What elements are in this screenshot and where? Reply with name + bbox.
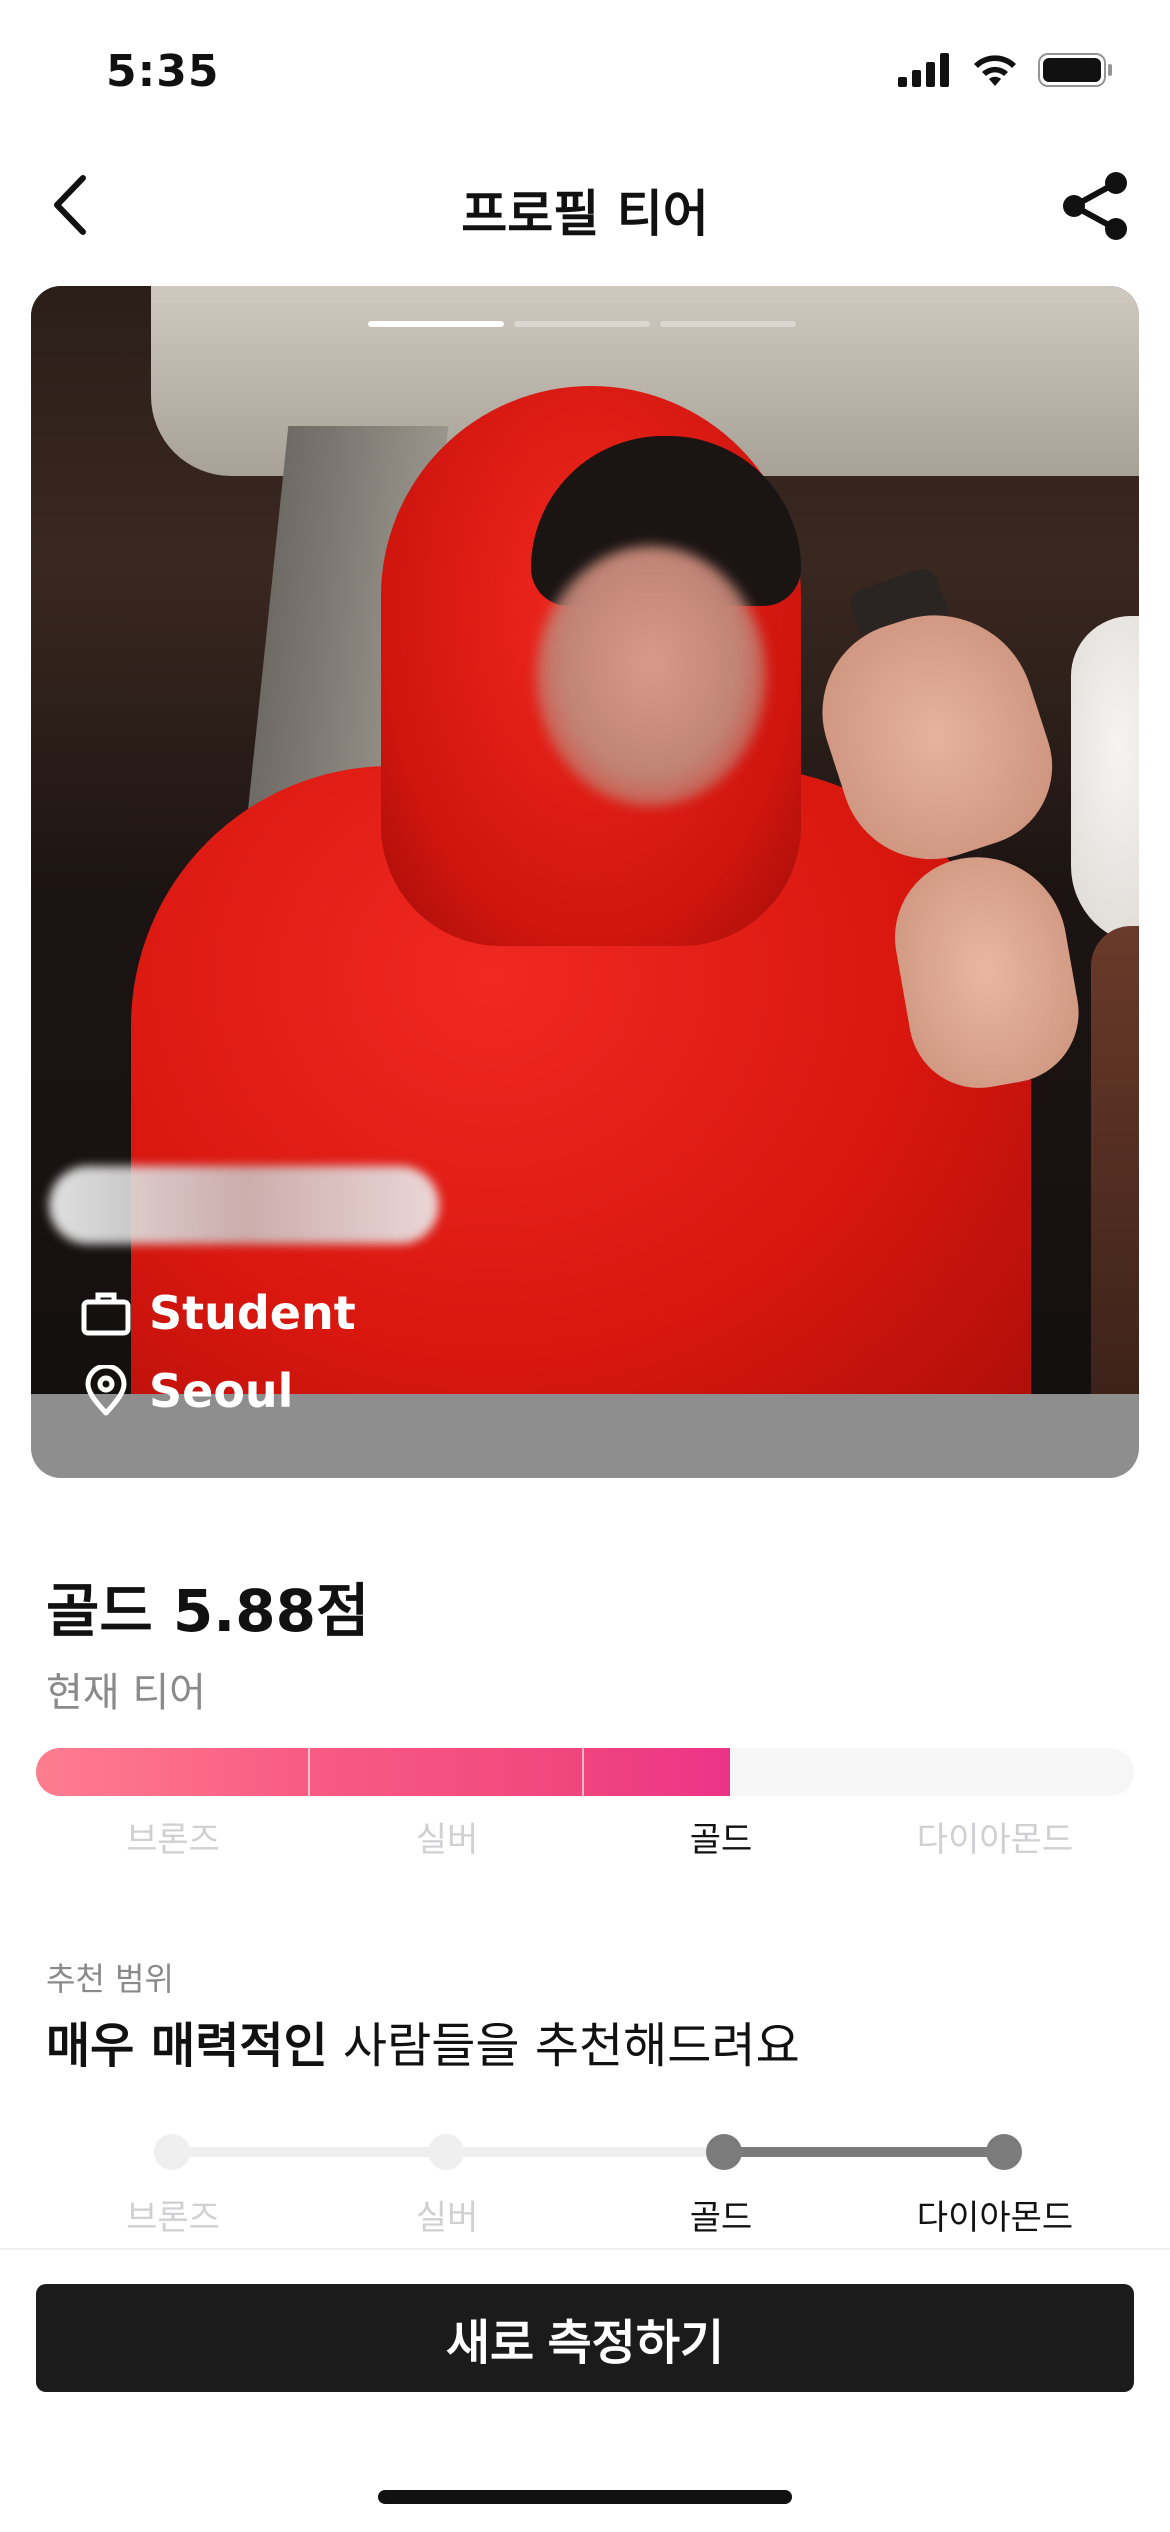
location-text: Seoul xyxy=(149,1364,294,1418)
range-dot-gold xyxy=(706,2134,742,2170)
job-row: Student xyxy=(81,1286,356,1340)
remeasure-button[interactable]: 새로 측정하기 xyxy=(36,2284,1134,2392)
tier-label-silver: 실버 xyxy=(415,1820,479,1860)
tier-segment-silver xyxy=(310,1748,584,1796)
tier-segment-bronze xyxy=(36,1748,310,1796)
page-title: 프로필 티어 xyxy=(461,185,709,243)
range-label-silver: 실버 xyxy=(415,2198,479,2238)
status-time: 5:35 xyxy=(106,46,220,97)
wifi-icon xyxy=(974,55,1016,86)
location-row: Seoul xyxy=(81,1364,293,1418)
photo-progress-segment xyxy=(660,321,796,327)
tier-label-diamond: 다이아몬드 xyxy=(916,1820,1074,1860)
recommend-headline-bold: 매우 매력적인 xyxy=(46,2018,328,2074)
location-pin-icon xyxy=(85,1365,127,1416)
recommend-caption: 추천 범위 xyxy=(46,1960,174,1998)
range-label-diamond: 다이아몬드 xyxy=(916,2198,1074,2238)
cellular-signal-icon xyxy=(898,53,949,87)
status-bar: 5:35 xyxy=(0,0,1170,150)
battery-icon xyxy=(1038,53,1112,87)
range-dot-silver xyxy=(428,2134,464,2170)
tier-segment-gold xyxy=(584,1748,730,1796)
tier-segment-remaining xyxy=(730,1748,1134,1796)
recommend-range-slider xyxy=(0,2122,1170,2182)
share-button[interactable] xyxy=(1056,168,1136,244)
range-track-active xyxy=(724,2147,1004,2157)
briefcase-icon xyxy=(81,1292,131,1336)
tier-label-gold: 골드 xyxy=(689,1820,753,1860)
photo-progress-segment xyxy=(368,321,504,327)
recommend-headline: 매우 매력적인 사람들을 추천해드려요 xyxy=(46,2006,800,2076)
job-text: Student xyxy=(149,1286,356,1340)
profile-photo-card[interactable]: Student Seoul xyxy=(31,286,1139,1478)
tier-labels: 브론즈 실버 골드 다이아몬드 xyxy=(36,1812,1134,1860)
home-indicator xyxy=(378,2490,792,2504)
tier-label-bronze: 브론즈 xyxy=(126,1820,220,1860)
share-icon xyxy=(1063,172,1127,240)
recommend-headline-rest: 사람들을 추천해드려요 xyxy=(327,2018,800,2074)
range-dot-diamond xyxy=(986,2134,1022,2170)
tier-subtitle: 현재 티어 xyxy=(46,1670,206,1716)
range-dot-bronze xyxy=(154,2134,190,2170)
tier-score: 골드 5.88점 xyxy=(46,1577,370,1645)
bottom-divider xyxy=(0,2248,1170,2250)
nav-bar: 프로필 티어 xyxy=(0,150,1170,260)
tier-progress-bar xyxy=(36,1748,1134,1796)
range-label-gold: 골드 xyxy=(689,2198,753,2238)
blurred-name xyxy=(49,1166,439,1244)
range-labels: 브론즈 실버 골드 다이아몬드 xyxy=(36,2190,1134,2238)
photo-progress-segment xyxy=(514,321,650,327)
range-label-bronze: 브론즈 xyxy=(126,2198,220,2238)
status-icons xyxy=(898,52,1114,88)
